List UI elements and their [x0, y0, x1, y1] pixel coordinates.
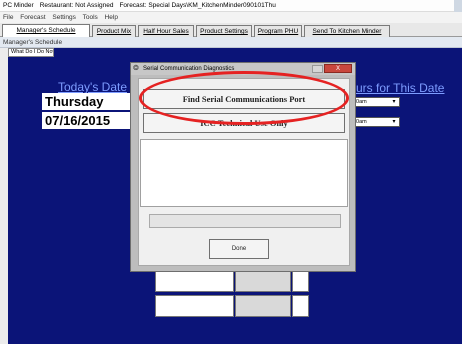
- diagnostics-status-bar: [149, 214, 341, 228]
- close-hour-select[interactable]: 00am ▾: [350, 117, 400, 127]
- minimize-button[interactable]: [312, 65, 323, 73]
- menu-file[interactable]: File: [3, 14, 13, 21]
- tab-product-mix[interactable]: Product Mix: [92, 25, 136, 37]
- todays-date-label: Today's Date: [58, 80, 127, 94]
- highlight-annotation: [139, 71, 349, 125]
- window-title-bar: PC Minder Restaurant: Not Assigned Forecas…: [0, 0, 462, 12]
- grid-cell[interactable]: [235, 295, 291, 317]
- restaurant-label: Restaurant: Not Assigned: [39, 2, 114, 9]
- app-icon: ❂: [133, 65, 139, 72]
- done-button[interactable]: Done: [209, 239, 269, 259]
- tab-product-settings[interactable]: Product Settings: [196, 25, 252, 37]
- hours-for-date-label: urs for This Date: [356, 81, 445, 95]
- grid-cell[interactable]: [235, 270, 291, 292]
- schedule-grid: [155, 270, 309, 318]
- menu-help[interactable]: Help: [105, 14, 118, 21]
- left-strip: [0, 48, 8, 344]
- chevron-down-icon[interactable]: ▾: [390, 98, 398, 106]
- what-do-i-do-now-button[interactable]: What Do I Do Now: [8, 48, 54, 57]
- grid-cell[interactable]: [155, 270, 234, 292]
- menu-tools[interactable]: Tools: [83, 14, 98, 21]
- tab-bar: Manager's Schedule Product Mix Half Hour…: [0, 23, 462, 37]
- tab-half-hour-sales[interactable]: Half Hour Sales: [138, 25, 194, 37]
- diagnostics-output-area[interactable]: [140, 139, 348, 207]
- date-field: 07/16/2015: [42, 112, 135, 129]
- chevron-down-icon[interactable]: ▾: [390, 118, 398, 126]
- schedule-subheader: Manager's Schedule: [0, 37, 462, 48]
- tab-send-to-kitchen-minder[interactable]: Send To Kitchen Minder: [304, 25, 390, 37]
- window-controls[interactable]: [454, 0, 462, 12]
- grid-cell[interactable]: [292, 295, 309, 317]
- menu-bar: File Forecast Settings Tools Help: [0, 12, 462, 23]
- grid-cell[interactable]: [155, 295, 234, 317]
- forecast-label: Forecast: Special Days\KM_KitchenMinder0…: [119, 2, 276, 9]
- app-name: PC Minder: [3, 2, 34, 9]
- tab-program-phu[interactable]: Program PHU: [254, 25, 302, 37]
- close-button[interactable]: X: [324, 64, 352, 73]
- day-field: Thursday: [42, 93, 135, 110]
- open-hour-select[interactable]: 00am ▾: [350, 97, 400, 107]
- tab-managers-schedule[interactable]: Manager's Schedule: [2, 24, 90, 37]
- grid-cell[interactable]: [292, 270, 309, 292]
- menu-forecast[interactable]: Forecast: [20, 14, 45, 21]
- menu-settings[interactable]: Settings: [52, 14, 76, 21]
